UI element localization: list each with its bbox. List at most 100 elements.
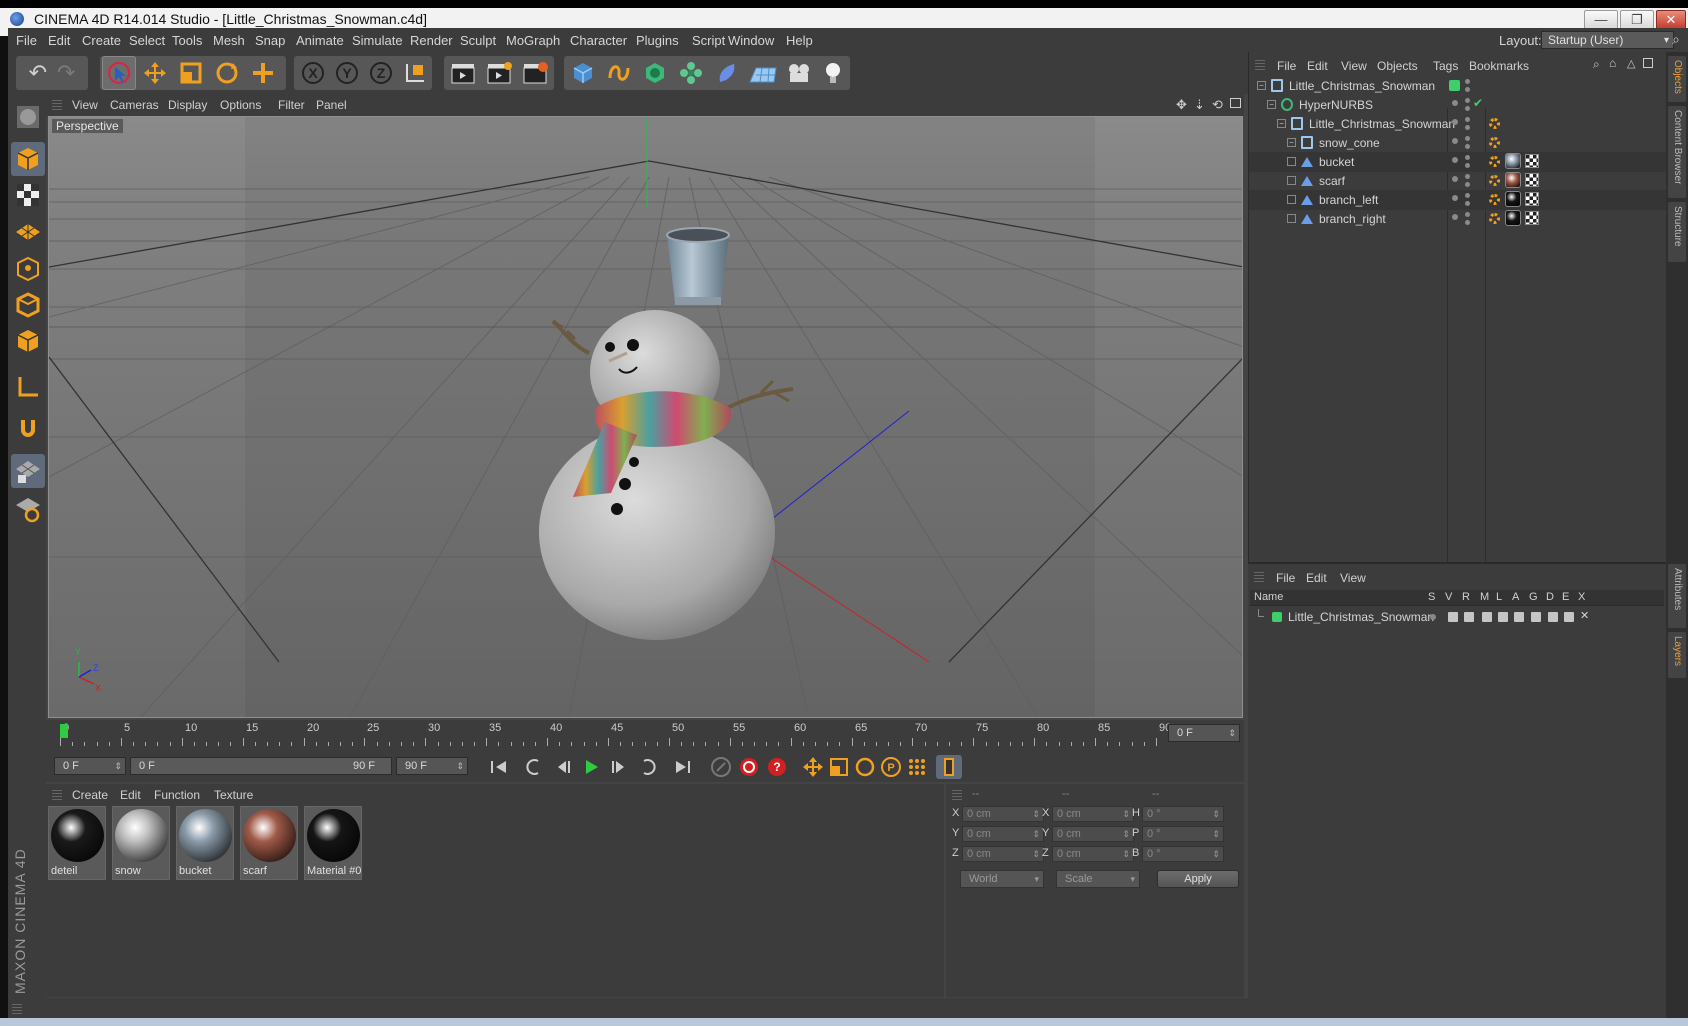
material-swatch[interactable]: scarf (240, 806, 298, 880)
object-menu-view[interactable]: View (1341, 59, 1367, 73)
uvw-tag-icon[interactable] (1525, 154, 1539, 168)
generator-icon[interactable] (1531, 612, 1541, 622)
autokeying-button[interactable] (736, 755, 762, 779)
object-row[interactable]: branch_left (1249, 190, 1667, 210)
transform-mode-select[interactable]: Scale ▾ (1056, 870, 1140, 888)
search-icon[interactable]: ⌕ (1672, 31, 1680, 48)
workplane-lock-button[interactable] (11, 454, 45, 488)
menu-render[interactable]: Render (410, 33, 453, 48)
menu-character[interactable]: Character (570, 33, 627, 48)
editor-visibility-dot[interactable] (1452, 119, 1458, 125)
menu-snap[interactable]: Snap (255, 33, 285, 48)
orbit-icon[interactable]: ⟲ (1212, 97, 1223, 113)
timeline-window-button[interactable] (936, 755, 962, 779)
keyframe-selection-button[interactable]: ? (764, 755, 790, 779)
expand-toggle-icon[interactable] (1287, 157, 1296, 166)
render-visibility-dot[interactable] (1465, 79, 1470, 84)
render-visibility-dot[interactable] (1465, 220, 1470, 225)
previous-frame-button[interactable] (550, 755, 576, 779)
expand-toggle-icon[interactable]: − (1267, 100, 1276, 109)
coordinate-space-select[interactable]: World ▾ (960, 870, 1044, 888)
texture-tag-icon[interactable] (1505, 172, 1521, 188)
menu-sculpt[interactable]: Sculpt (460, 33, 496, 48)
editor-visibility-dot[interactable] (1452, 214, 1458, 220)
camera-button[interactable] (782, 56, 816, 90)
polygons-mode-button[interactable] (11, 324, 45, 358)
cube-button[interactable] (566, 56, 600, 90)
rotation-field[interactable]: 0 ° ⇕ (1142, 846, 1224, 862)
spinner-icon[interactable]: ⇕ (1032, 807, 1040, 821)
drag-handle-icon[interactable] (52, 788, 62, 800)
xref-icon[interactable]: ✕ (1580, 609, 1590, 622)
layout-select[interactable]: Startup (User) ▾ (1541, 31, 1674, 49)
animation-icon[interactable] (1514, 612, 1524, 622)
layer-column-name[interactable]: Name (1254, 591, 1283, 603)
expand-toggle-icon[interactable] (1287, 195, 1296, 204)
menu-file[interactable]: File (16, 33, 37, 48)
spinner-icon[interactable]: ⇕ (114, 758, 122, 774)
uvw-tag-icon[interactable] (1525, 173, 1539, 187)
spinner-icon[interactable]: ⇕ (1228, 725, 1236, 741)
record-keys-button[interactable] (708, 755, 734, 779)
layer-column-l[interactable]: L (1496, 591, 1502, 603)
move-button[interactable] (138, 56, 172, 90)
menu-mesh[interactable]: Mesh (213, 33, 245, 48)
spinner-icon[interactable]: ⇕ (1122, 807, 1130, 821)
current-frame-field[interactable]: 0 F ⇕ (1168, 724, 1240, 742)
end-frame-field[interactable]: 90 F ⇕ (396, 757, 468, 775)
menu-help[interactable]: Help (786, 33, 813, 48)
spinner-icon[interactable]: ⇕ (1032, 847, 1040, 861)
layer-column-x[interactable]: X (1578, 591, 1585, 603)
layer-column-d[interactable]: D (1546, 591, 1554, 603)
array-button[interactable] (674, 56, 708, 90)
material-swatch[interactable]: deteil (48, 806, 106, 880)
layer-color-tag[interactable] (1272, 612, 1282, 622)
arrow-up-icon[interactable]: △ (1627, 57, 1635, 70)
tab-structure[interactable]: Structure (1668, 202, 1686, 262)
deformer-button[interactable] (710, 56, 744, 90)
solo-dot-icon[interactable] (1430, 614, 1436, 620)
rotation-field[interactable]: 0 ° ⇕ (1142, 806, 1224, 822)
layer-menu-file[interactable]: File (1276, 571, 1295, 585)
phong-tag-icon[interactable] (1489, 137, 1500, 148)
deformer-icon[interactable] (1548, 612, 1558, 622)
expand-toggle-icon[interactable]: − (1277, 119, 1286, 128)
phong-tag-icon[interactable] (1489, 118, 1500, 129)
render-visibility-dot[interactable] (1465, 125, 1470, 130)
playhead[interactable] (60, 724, 68, 738)
x-axis-button[interactable]: X (296, 56, 330, 90)
apply-button[interactable]: Apply (1157, 870, 1239, 888)
floor-button[interactable] (746, 56, 780, 90)
viewport-menu-panel[interactable]: Panel (316, 98, 347, 112)
object-row[interactable]: − Little_Christmas_Snowman (1249, 76, 1667, 96)
menu-select[interactable]: Select (129, 33, 165, 48)
position-track-button[interactable] (800, 755, 826, 779)
spinner-icon[interactable]: ⇕ (1122, 847, 1130, 861)
editor-visibility-dot[interactable] (1452, 157, 1458, 163)
position-field[interactable]: 0 cm ⇕ (962, 826, 1044, 842)
viewport-menu-options[interactable]: Options (220, 98, 261, 112)
point-level-button[interactable] (904, 755, 930, 779)
viewport-menu-view[interactable]: View (72, 98, 98, 112)
rotation-field[interactable]: 0 ° ⇕ (1142, 826, 1224, 842)
recent-tool-button[interactable] (246, 56, 280, 90)
texture-tag-icon[interactable] (1505, 191, 1521, 207)
object-menu-objects[interactable]: Objects (1377, 59, 1418, 73)
maximize-button[interactable]: ❐ (1620, 10, 1654, 30)
rotation-track-button[interactable] (852, 755, 878, 779)
expand-toggle-icon[interactable] (1287, 214, 1296, 223)
drag-handle-icon[interactable] (52, 98, 62, 110)
render-visibility-dot[interactable] (1465, 193, 1470, 198)
phong-tag-icon[interactable] (1489, 156, 1500, 167)
editor-visibility-dot[interactable] (1452, 138, 1458, 144)
eye-icon[interactable] (1448, 612, 1458, 622)
drag-handle-icon[interactable] (1255, 58, 1265, 70)
snap-button[interactable] (11, 412, 45, 446)
viewport-menu-display[interactable]: Display (168, 98, 207, 112)
uvw-tag-icon[interactable] (1525, 211, 1539, 225)
layer-column-a[interactable]: A (1512, 591, 1519, 603)
layer-column-m[interactable]: M (1480, 591, 1489, 603)
search-icon[interactable]: ⌕ (1593, 57, 1600, 72)
render-visibility-dot[interactable] (1465, 136, 1470, 141)
render-visibility-dot[interactable] (1465, 106, 1470, 111)
